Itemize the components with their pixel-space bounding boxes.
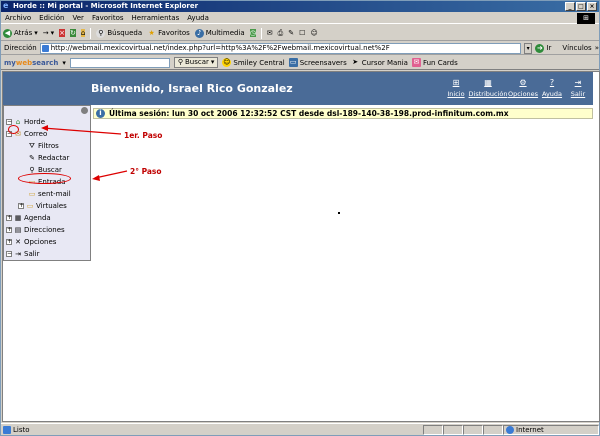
- refresh-icon[interactable]: ↻: [70, 29, 76, 37]
- address-dropdown-button[interactable]: ▾: [523, 42, 533, 54]
- annotation-arrows: [41, 125, 128, 181]
- menu-bar: Archivo Edición Ver Favoritos Herramient…: [1, 12, 599, 24]
- status-panel: [423, 424, 443, 435]
- annotation-step2: 2° Paso: [130, 167, 162, 176]
- print-icon[interactable]: ⎙: [278, 29, 284, 38]
- annotation-arrow-step2: [94, 170, 128, 179]
- stray-dot: [338, 212, 340, 214]
- annotation-step1: 1er. Paso: [124, 131, 163, 140]
- security-zone: Internet: [503, 424, 599, 435]
- chevron-down-icon: ▾: [210, 58, 215, 66]
- maximize-button[interactable]: □: [576, 2, 586, 11]
- smiley-central-button[interactable]: ☺ Smiley Central: [222, 58, 285, 67]
- status-panel: [463, 424, 483, 435]
- home-icon[interactable]: ⌂: [80, 29, 86, 37]
- monitor-icon: ▭: [288, 58, 298, 67]
- address-label: Dirección: [4, 44, 37, 52]
- status-panel: [483, 424, 503, 435]
- page-icon: [3, 425, 11, 434]
- toolbar: ◀ Atrás ▾ → ▾ × ↻ ⌂ ⚲ Búsqueda ★ Favorit…: [1, 26, 599, 41]
- menu-favoritos[interactable]: Favoritos: [92, 14, 124, 22]
- browser-window: e Horde :: Mi portal - Microsoft Interne…: [0, 0, 600, 436]
- window-title: Horde :: Mi portal - Microsoft Internet …: [13, 2, 199, 10]
- mywebsearch-input[interactable]: [69, 57, 170, 68]
- menu-herramientas[interactable]: Herramientas: [132, 14, 180, 22]
- status-bar: Listo Internet: [1, 423, 599, 435]
- page-icon: [41, 44, 49, 52]
- favorites-button[interactable]: ★ Favoritos: [147, 29, 190, 38]
- forward-button[interactable]: → ▾: [43, 29, 54, 37]
- menu-ver[interactable]: Ver: [73, 14, 84, 22]
- links-label[interactable]: Vínculos: [562, 44, 591, 52]
- address-bar: Dirección http://webmail.mexicovirtual.n…: [1, 42, 599, 55]
- messenger-icon[interactable]: ☺: [310, 29, 317, 37]
- star-icon: ★: [148, 28, 155, 37]
- back-arrow-icon: ◀: [3, 28, 12, 38]
- address-input[interactable]: http://webmail.mexicovirtual.net/index.p…: [39, 42, 521, 54]
- chevron-down-icon: ▾: [34, 29, 38, 37]
- mywebsearch-search-button[interactable]: ⚲ Buscar ▾: [173, 57, 219, 68]
- media-icon: ♪: [194, 28, 204, 38]
- multimedia-button[interactable]: ♪ Multimedia: [194, 28, 245, 38]
- minimize-button[interactable]: _: [565, 2, 575, 11]
- search-button[interactable]: ⚲ Búsqueda: [96, 28, 142, 38]
- search-icon: ⚲: [177, 58, 183, 66]
- chevron-down-icon[interactable]: ▾: [62, 59, 66, 67]
- windows-logo-icon: ⊞: [577, 13, 595, 24]
- address-url: http://webmail.mexicovirtual.net/index.p…: [50, 43, 390, 52]
- back-button[interactable]: ◀ Atrás ▾: [3, 28, 38, 38]
- annotation-arrow-step1: [42, 127, 122, 135]
- discuss-icon[interactable]: ☐: [299, 29, 305, 37]
- go-button[interactable]: ➜ Ir: [535, 43, 551, 53]
- smiley-icon: ☺: [222, 58, 232, 67]
- screensavers-button[interactable]: ▭ Screensavers: [288, 58, 347, 67]
- arrow-head-icon: [92, 175, 100, 181]
- toolbar-separator: [90, 27, 92, 39]
- cursor-icon: ➤: [352, 58, 359, 66]
- status-text: Listo: [1, 425, 423, 434]
- menu-archivo[interactable]: Archivo: [5, 14, 31, 22]
- menu-edicion[interactable]: Edición: [39, 14, 64, 22]
- stop-icon[interactable]: ×: [59, 29, 66, 37]
- page-content: Bienvenido, Israel Rico Gonzalez ⊞ Inici…: [2, 71, 600, 422]
- card-icon: ✉: [411, 58, 421, 67]
- cursor-mania-button[interactable]: ➤ Cursor Mania: [351, 58, 408, 67]
- mywebsearch-logo: mywebsearch: [4, 58, 59, 67]
- arrow-head-icon: [41, 125, 48, 131]
- forward-arrow-icon: →: [42, 29, 49, 37]
- close-button[interactable]: ×: [587, 2, 597, 11]
- status-panel: [443, 424, 463, 435]
- toolbar-separator: [260, 27, 262, 39]
- fun-cards-button[interactable]: ✉ Fun Cards: [411, 58, 458, 67]
- edit-icon[interactable]: ✎: [288, 29, 294, 37]
- menu-ayuda[interactable]: Ayuda: [187, 14, 209, 22]
- history-icon[interactable]: ◷: [249, 29, 256, 37]
- chevron-down-icon: ▾: [50, 29, 55, 37]
- go-arrow-icon: ➜: [535, 43, 545, 53]
- mail-icon[interactable]: ✉: [267, 29, 273, 37]
- title-bar: e Horde :: Mi portal - Microsoft Interne…: [1, 1, 599, 12]
- globe-icon: [506, 425, 514, 434]
- mywebsearch-toolbar: mywebsearch ▾ ⚲ Buscar ▾ ☺ Smiley Centra…: [1, 56, 599, 70]
- ie-logo-icon: e: [3, 1, 9, 10]
- search-icon: ⚲: [96, 28, 106, 38]
- chevron-right-icon[interactable]: »: [595, 44, 599, 52]
